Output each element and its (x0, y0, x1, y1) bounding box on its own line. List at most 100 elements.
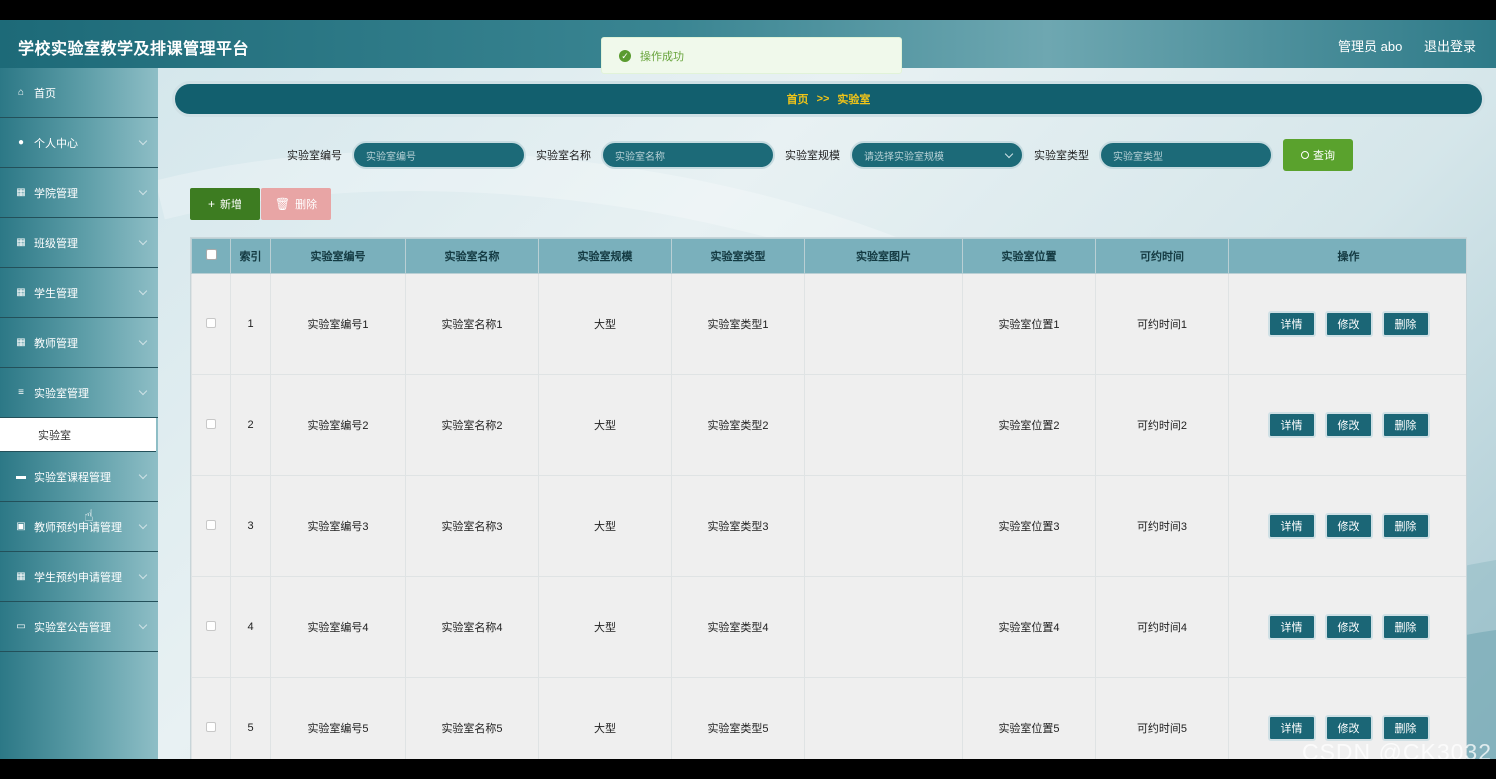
sidebar-item-7[interactable]: ▬ 实验室课程管理 (0, 452, 158, 502)
header-time: 可约时间 (1095, 238, 1229, 274)
cell-name: 实验室名称4 (405, 576, 539, 678)
edit-button[interactable]: 修改 (1324, 412, 1373, 438)
chevron-down-icon (138, 520, 148, 530)
grid-icon: ▦ (16, 337, 26, 348)
edit-button[interactable]: 修改 (1324, 614, 1373, 640)
sidebar-item-label: 学生管理 (34, 287, 78, 300)
sidebar-subitem-lab[interactable]: 实验室 (0, 418, 156, 452)
cell-location: 实验室位置3 (962, 475, 1096, 577)
cell-name: 实验室名称2 (405, 374, 539, 476)
cell-type: 实验室类型2 (671, 374, 805, 476)
cell-type: 实验室类型5 (671, 677, 805, 759)
logout-link[interactable]: 退出登录 (1424, 39, 1476, 54)
cell-picture (804, 475, 963, 577)
row-checkbox[interactable] (206, 418, 216, 429)
detail-button[interactable]: 详情 (1267, 412, 1316, 438)
chevron-down-icon (1004, 149, 1014, 159)
select-all-checkbox[interactable] (205, 249, 217, 260)
delete-button[interactable]: 删除 (1381, 614, 1430, 640)
sidebar-item-0[interactable]: ⌂ 首页 (0, 68, 158, 118)
header-location: 实验室位置 (962, 238, 1096, 274)
breadcrumb-home[interactable]: 首页 (787, 91, 809, 107)
lab-scale-select[interactable]: 请选择实验室规模 (850, 141, 1024, 169)
cell-location: 实验室位置5 (962, 677, 1096, 759)
cell-picture (804, 374, 963, 476)
user-icon: ● (17, 137, 25, 148)
sidebar-item-10[interactable]: ▭ 实验室公告管理 (0, 602, 158, 652)
cell-picture (804, 677, 963, 759)
delete-button[interactable]: 删除 (1381, 513, 1430, 539)
grid-icon: ▦ (16, 237, 26, 248)
cell-location: 实验室位置4 (962, 576, 1096, 678)
row-select-cell (191, 374, 231, 476)
lab-table: 索引 实验室编号 实验室名称 实验室规模 实验室类型 实验室图片 实验室位置 可… (190, 237, 1467, 759)
cell-name: 实验室名称3 (405, 475, 539, 577)
query-label: 查询 (1313, 150, 1335, 162)
sidebar-item-3[interactable]: ▦ 班级管理 (0, 218, 158, 268)
cell-picture (804, 576, 963, 678)
sidebar-item-label: 班级管理 (34, 237, 78, 250)
home-icon: ⌂ (17, 87, 25, 98)
edit-button[interactable]: 修改 (1324, 715, 1373, 741)
batch-delete-button[interactable]: 🗑 删除 (261, 188, 331, 220)
cell-scale: 大型 (538, 374, 672, 476)
row-checkbox[interactable] (206, 620, 216, 631)
cell-index: 2 (230, 374, 271, 476)
detail-button[interactable]: 详情 (1267, 513, 1316, 539)
delete-button[interactable]: 删除 (1381, 412, 1430, 438)
sidebar-item-2[interactable]: ▦ 学院管理 (0, 168, 158, 218)
edit-button[interactable]: 修改 (1324, 311, 1373, 337)
cell-code: 实验室编号5 (270, 677, 406, 759)
cell-operations: 详情 修改 删除 (1228, 576, 1466, 678)
sidebar-item-label: 实验室课程管理 (34, 471, 111, 484)
header-scale: 实验室规模 (538, 238, 672, 274)
breadcrumb-current: 实验室 (837, 94, 871, 106)
sidebar-item-4[interactable]: ▦ 学生管理 (0, 268, 158, 318)
header-index: 索引 (230, 238, 271, 274)
table-row: 1 实验室编号1 实验室名称1 大型 实验室类型1 实验室位置1 可约时间1 详情 修改 删除 (191, 273, 1466, 375)
sidebar-item-9[interactable]: ▦ 学生预约申请管理 (0, 552, 158, 602)
cell-time: 可约时间2 (1095, 374, 1229, 476)
cell-time: 可约时间1 (1095, 273, 1229, 375)
sidebar-item-5[interactable]: ▦ 教师管理 (0, 318, 158, 368)
detail-button[interactable]: 详情 (1267, 311, 1316, 337)
cell-scale: 大型 (538, 576, 672, 678)
lab-type-input[interactable]: 实验室类型 (1099, 141, 1273, 169)
add-button[interactable]: + 新增 (190, 188, 260, 220)
cell-code: 实验室编号2 (270, 374, 406, 476)
hand-cursor-icon: ☝ (84, 508, 94, 525)
success-toast: ✓ 操作成功 (601, 37, 902, 74)
cell-index: 1 (230, 273, 271, 375)
row-checkbox[interactable] (206, 721, 216, 732)
cell-type: 实验室类型1 (671, 273, 805, 375)
detail-button[interactable]: 详情 (1267, 715, 1316, 741)
chevron-down-icon (138, 186, 148, 196)
list-icon: ≡ (18, 387, 24, 398)
row-checkbox[interactable] (206, 519, 216, 530)
cell-name: 实验室名称1 (405, 273, 539, 375)
delete-button[interactable]: 删除 (1381, 311, 1430, 337)
row-checkbox[interactable] (206, 317, 216, 328)
lab-code-input[interactable]: 实验室编号 (352, 141, 526, 169)
row-select-cell (191, 273, 231, 375)
detail-button[interactable]: 详情 (1267, 614, 1316, 640)
sidebar-item-8[interactable]: ▣ 教师预约申请管理 (0, 502, 158, 552)
edit-button[interactable]: 修改 (1324, 513, 1373, 539)
chevron-down-icon (138, 286, 148, 296)
cell-time: 可约时间5 (1095, 677, 1229, 759)
sidebar-item-1[interactable]: ● 个人中心 (0, 118, 158, 168)
header-operations: 操作 (1228, 238, 1466, 274)
delete-button[interactable]: 删除 (1381, 715, 1430, 741)
lab-name-input[interactable]: 实验室名称 (601, 141, 775, 169)
monitor-icon: ▭ (16, 621, 26, 632)
plus-icon: + (207, 197, 215, 211)
sidebar-item-6[interactable]: ≡ 实验室管理 (0, 368, 158, 418)
user-area: 管理员 abo 退出登录 (1320, 36, 1476, 55)
clipboard-icon: ▣ (16, 521, 26, 532)
lab-code-label: 实验室编号 (287, 150, 342, 162)
lab-name-label: 实验室名称 (536, 150, 591, 162)
chevron-down-icon (138, 570, 148, 580)
breadcrumb-separator: >> (816, 93, 830, 105)
table-row: 3 实验室编号3 实验室名称3 大型 实验室类型3 实验室位置3 可约时间3 详情 修改 删除 (191, 475, 1466, 577)
query-button[interactable]: 查询 (1283, 139, 1353, 171)
